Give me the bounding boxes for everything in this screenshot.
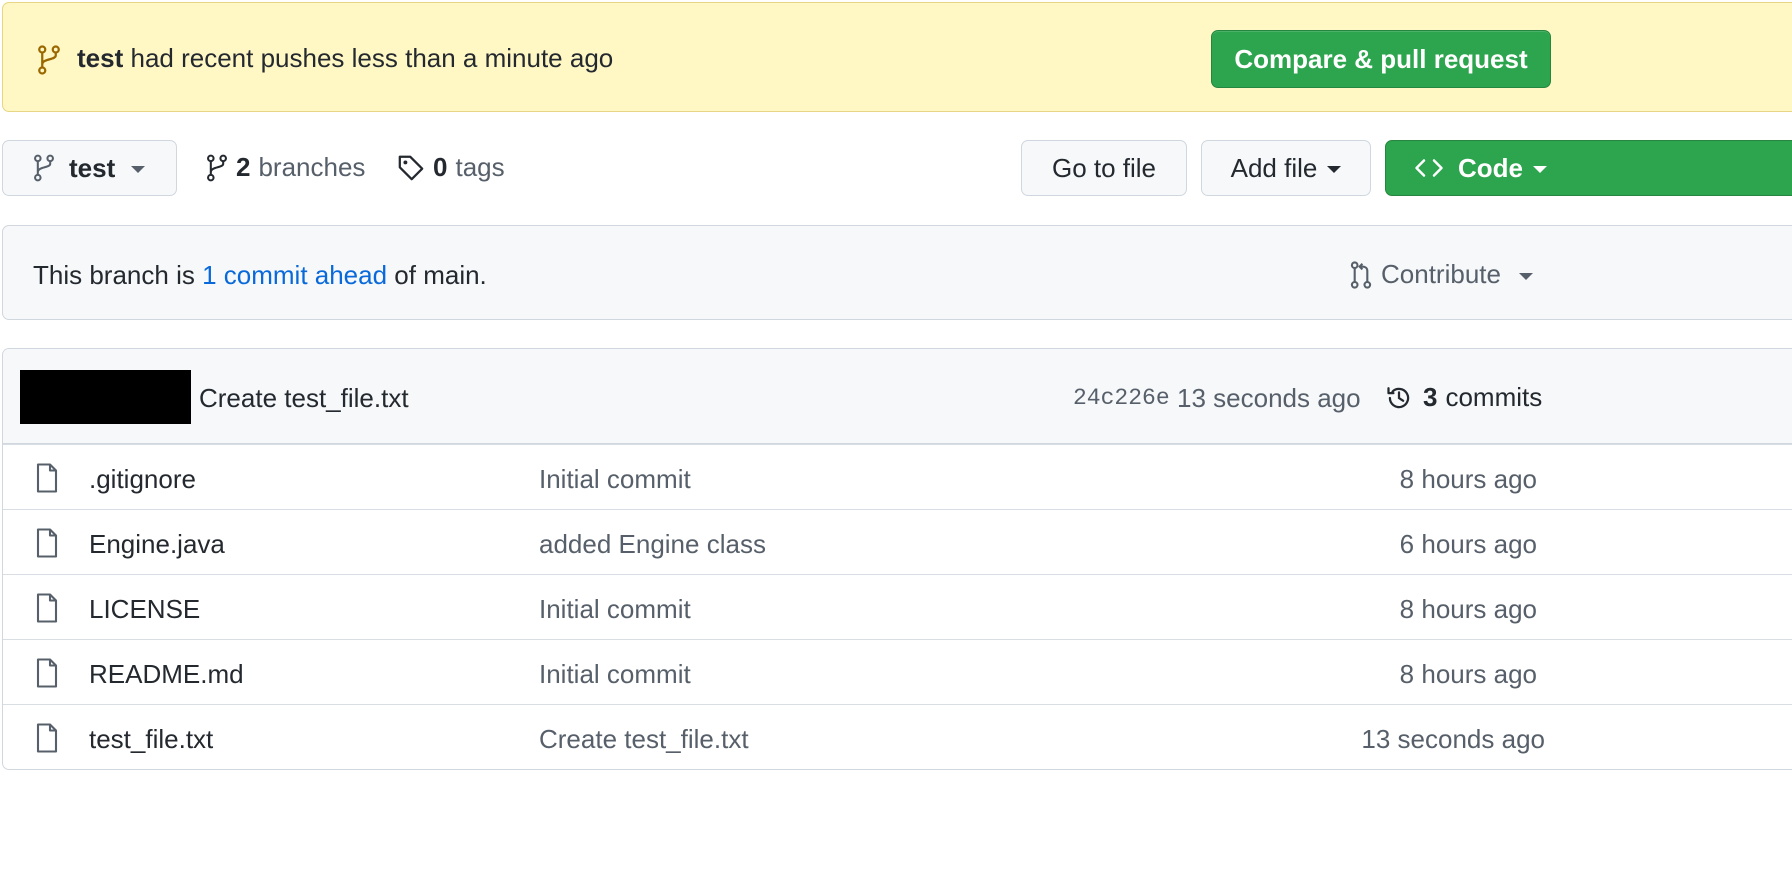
file-icon [36, 658, 58, 688]
history-icon [1387, 386, 1410, 408]
file-name[interactable]: LICENSE [89, 594, 200, 625]
branch-selector-button[interactable]: test [2, 140, 177, 196]
tag-icon [398, 155, 424, 180]
code-label: Code [1458, 152, 1523, 183]
file-name[interactable]: .gitignore [89, 464, 196, 495]
commits-ahead-link[interactable]: 1 commit ahead [202, 260, 387, 290]
file-commit-message[interactable]: Initial commit [539, 594, 691, 625]
file-commit-message[interactable]: Initial commit [539, 464, 691, 495]
file-icon [36, 528, 58, 558]
file-commit-time: 8 hours ago [1399, 464, 1537, 494]
branch-status-box: This branch is 1 commit ahead of main. C… [2, 225, 1792, 320]
file-commit-time: 6 hours ago [1399, 529, 1537, 559]
git-branch-icon [34, 154, 54, 182]
contribute-dropdown[interactable]: Contribute [1349, 259, 1533, 290]
branches-label: branches [258, 152, 366, 182]
latest-commit-message[interactable]: Create test_file.txt [199, 383, 409, 414]
tags-label: tags [455, 152, 505, 182]
pushed-branch-name[interactable]: test [77, 43, 123, 73]
file-commit-message[interactable]: added Engine class [539, 529, 766, 560]
branches-count: 2 [236, 152, 251, 182]
file-name[interactable]: README.md [89, 659, 244, 690]
git-branch-icon [38, 45, 60, 75]
commits-count: 3 [1423, 382, 1438, 412]
code-icon [1415, 159, 1443, 177]
file-commit-message[interactable]: Initial commit [539, 659, 691, 690]
chevron-down-icon [1518, 272, 1533, 280]
file-commit-time: 13 seconds ago [1361, 724, 1545, 754]
file-commit-time: 8 hours ago [1399, 594, 1537, 624]
latest-commit-sha[interactable]: 24c226e [1073, 385, 1170, 411]
go-to-file-label: Go to file [1051, 152, 1157, 183]
file-row[interactable]: test_file.txt Create test_file.txt 13 se… [3, 704, 1792, 769]
file-row[interactable]: Engine.java added Engine class 6 hours a… [3, 509, 1792, 574]
branch-status-text: This branch is 1 commit ahead of main. [33, 260, 487, 291]
code-button[interactable]: Code [1385, 140, 1792, 196]
file-list: Create test_file.txt 24c226e 13 seconds … [2, 348, 1792, 770]
branch-status-prefix: This branch is [33, 260, 195, 290]
git-branch-icon [207, 154, 227, 181]
file-commit-message[interactable]: Create test_file.txt [539, 724, 749, 755]
file-commit-time: 8 hours ago [1399, 659, 1537, 689]
go-to-file-button[interactable]: Go to file [1021, 140, 1187, 196]
redacted-author [20, 370, 191, 424]
tags-link[interactable]: 0 tags [397, 152, 505, 183]
branches-link[interactable]: 2 branches [206, 152, 365, 183]
file-row[interactable]: README.md Initial commit 8 hours ago [3, 639, 1792, 704]
compare-pull-request-button[interactable]: Compare & pull request [1211, 30, 1551, 88]
chevron-down-icon [1327, 166, 1342, 173]
add-file-label: Add file [1230, 152, 1318, 183]
add-file-button[interactable]: Add file [1201, 140, 1371, 196]
contribute-label: Contribute [1381, 259, 1501, 289]
recent-push-message: had recent pushes less than a minute ago [130, 43, 614, 73]
file-row[interactable]: .gitignore Initial commit 8 hours ago [3, 444, 1792, 509]
latest-commit-time: 13 seconds ago [1177, 383, 1361, 413]
file-icon [36, 463, 58, 493]
recent-push-banner: test had recent pushes less than a minut… [2, 2, 1792, 112]
chevron-down-icon [131, 166, 146, 173]
recent-push-text: test had recent pushes less than a minut… [77, 43, 613, 74]
branch-status-suffix: of main. [394, 260, 487, 290]
file-icon [36, 723, 58, 753]
commits-label: commits [1445, 382, 1543, 412]
file-name[interactable]: test_file.txt [89, 724, 213, 755]
file-icon [36, 593, 58, 623]
file-name[interactable]: Engine.java [89, 529, 225, 560]
branch-selector-label: test [69, 152, 116, 183]
tags-count: 0 [433, 152, 448, 182]
file-row[interactable]: LICENSE Initial commit 8 hours ago [3, 574, 1792, 639]
latest-commit-bar: Create test_file.txt 24c226e 13 seconds … [3, 349, 1792, 444]
chevron-down-icon [1533, 166, 1547, 173]
pull-request-icon [1350, 260, 1372, 289]
commits-history-link[interactable]: 3 commits [1385, 382, 1542, 413]
